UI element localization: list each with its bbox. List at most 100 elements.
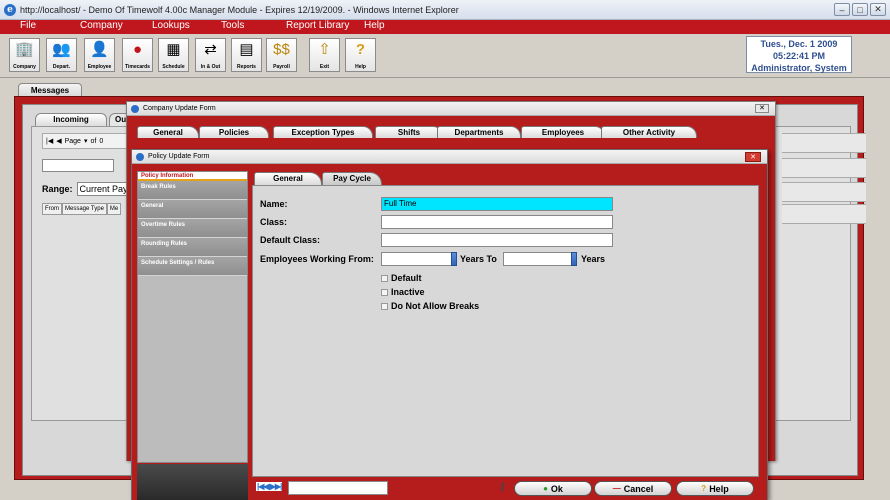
sidebar-item-rounding-rules[interactable]: Rounding Rules	[138, 238, 247, 257]
menu-help[interactable]: Help	[364, 20, 385, 31]
tab-general[interactable]: General	[254, 172, 322, 185]
status-date: Tues., Dec. 1 2009	[760, 39, 838, 49]
department-button[interactable]: 👥 Depart.	[46, 38, 77, 72]
record-field[interactable]	[288, 481, 388, 495]
sidebar-item-overtime-rules[interactable]: Overtime Rules	[138, 219, 247, 238]
working-from-input[interactable]	[381, 252, 453, 266]
default-checkbox-label: Default	[391, 273, 422, 283]
payroll-button[interactable]: $$ Payroll	[266, 38, 297, 72]
working-to-input[interactable]	[503, 252, 575, 266]
default-checkbox[interactable]	[381, 274, 388, 282]
tab-departments[interactable]: Departments	[437, 126, 521, 138]
tab-messages[interactable]: Messages	[18, 83, 82, 97]
policy-form-title-bar: Policy Update Form ✕	[132, 150, 767, 164]
column-from[interactable]: From	[42, 203, 62, 215]
help-icon: ?	[701, 484, 707, 493]
in-out-button[interactable]: ⇄ In & Out	[195, 38, 226, 72]
tab-incoming[interactable]: Incoming	[35, 113, 107, 126]
record-navigation[interactable]: |◀◀ ▶▶|	[256, 482, 282, 491]
column-message-type[interactable]: Message Type	[62, 203, 107, 215]
no-breaks-checkbox-row[interactable]: Do Not Allow Breaks	[381, 301, 479, 311]
page-dropdown-icon[interactable]: ▾	[84, 137, 88, 145]
ok-button[interactable]: ● Ok	[514, 481, 592, 496]
default-checkbox-row[interactable]: Default	[381, 273, 422, 283]
help-button[interactable]: ? Help	[676, 481, 754, 496]
department-icon: 👥	[52, 41, 71, 58]
key-icon: ⚷	[498, 481, 507, 493]
exit-icon: ⇧	[318, 41, 331, 58]
browser-title-bar: e http://localhost/ - Demo Of Timewolf 4…	[0, 0, 890, 20]
reports-icon: ▤	[239, 41, 254, 58]
sidebar-item-policy-information[interactable]: Policy Information	[138, 172, 247, 181]
message-table-header: From Message Type Me	[42, 203, 122, 215]
company-icon: 🏢	[15, 41, 34, 58]
sidebar-footer	[137, 464, 248, 500]
first-page-icon[interactable]: |◀	[46, 137, 53, 145]
sidebar-item-general[interactable]: General	[138, 200, 247, 219]
tab-policies[interactable]: Policies	[199, 126, 269, 138]
working-to-spinner[interactable]	[571, 252, 577, 266]
tab-exception-types[interactable]: Exception Types	[273, 126, 373, 138]
policy-form-title: Policy Update Form	[148, 153, 210, 160]
menu-tools[interactable]: Tools	[221, 20, 244, 31]
sidebar-item-break-rules[interactable]: Break Rules	[138, 181, 247, 200]
pager-label: Page	[64, 137, 81, 145]
working-from-spinner[interactable]	[451, 252, 457, 266]
tab-employees[interactable]: Employees	[521, 126, 605, 138]
menu-bar: File Company Lookups Tools Report Librar…	[0, 20, 890, 34]
minimize-icon[interactable]: –	[834, 3, 850, 16]
no-breaks-checkbox-label: Do Not Allow Breaks	[391, 301, 480, 311]
ie-icon	[136, 152, 144, 161]
timecards-button[interactable]: ● Timecards	[122, 38, 153, 72]
class-label: Class:	[260, 217, 288, 227]
schedule-icon: ▦	[166, 41, 181, 58]
pager-of: of	[90, 137, 97, 145]
tab-pay-cycle[interactable]: Pay Cycle	[322, 172, 382, 185]
tab-shifts[interactable]: Shifts	[375, 126, 443, 138]
window-title: http://localhost/ - Demo Of Timewolf 4.0…	[20, 4, 459, 15]
exit-button[interactable]: ⇧ Exit	[309, 38, 340, 72]
ok-icon: ●	[543, 484, 548, 493]
close-icon[interactable]: ✕	[870, 3, 886, 16]
menu-report-library[interactable]: Report Library	[286, 20, 349, 31]
in-out-icon: ⇄	[204, 41, 217, 58]
reports-button[interactable]: ▤ Reports	[231, 38, 262, 72]
right-panel-row	[782, 158, 866, 178]
help-icon: ?	[355, 41, 366, 58]
sidebar-item-schedule-settings[interactable]: Schedule Settings / Rules	[138, 257, 247, 276]
menu-file[interactable]: File	[20, 20, 36, 31]
tab-other-activity[interactable]: Other Activity	[601, 126, 697, 138]
company-form-title: Company Update Form	[143, 105, 216, 112]
range-label: Range:	[42, 184, 73, 194]
employee-icon: 👤	[90, 41, 109, 58]
no-breaks-checkbox[interactable]	[381, 302, 388, 310]
schedule-button[interactable]: ▦ Schedule	[158, 38, 189, 72]
tab-general[interactable]: General	[137, 126, 199, 138]
message-search-input[interactable]	[42, 159, 114, 172]
status-user: Administrator, System	[751, 63, 847, 73]
pager-value: 0	[99, 137, 104, 145]
help-button[interactable]: ? Help	[345, 38, 376, 72]
default-class-label: Default Class:	[260, 235, 321, 245]
column-message[interactable]: Me	[106, 203, 122, 215]
cancel-button[interactable]: — Cancel	[594, 481, 672, 496]
company-button[interactable]: 🏢 Company	[9, 38, 40, 72]
close-icon[interactable]: ✕	[755, 104, 769, 113]
company-form-title-bar: Company Update Form ✕	[127, 102, 775, 116]
menu-lookups[interactable]: Lookups	[152, 20, 190, 31]
default-class-field[interactable]	[381, 233, 613, 247]
class-field[interactable]	[381, 215, 613, 229]
policy-sidebar: Policy Information Break Rules General O…	[137, 171, 248, 463]
inactive-checkbox-row[interactable]: Inactive	[381, 287, 425, 297]
policy-update-form: Policy Update Form ✕ Policy Information …	[131, 149, 768, 500]
status-datetime: Tues., Dec. 1 2009 05:22:41 PM Administr…	[746, 36, 852, 73]
inactive-checkbox[interactable]	[381, 288, 388, 296]
menu-company[interactable]: Company	[80, 20, 123, 31]
maximize-icon[interactable]: □	[852, 3, 868, 16]
policy-form-footer: |◀◀ ▶▶| ⚷ ● Ok — Cancel ? Help	[252, 478, 759, 500]
name-field[interactable]: Full Time	[381, 197, 613, 211]
prev-page-icon[interactable]: ◀	[56, 137, 61, 145]
ie-icon: e	[4, 3, 16, 16]
employee-button[interactable]: 👤 Employee	[84, 38, 115, 72]
close-icon[interactable]: ✕	[745, 152, 761, 162]
